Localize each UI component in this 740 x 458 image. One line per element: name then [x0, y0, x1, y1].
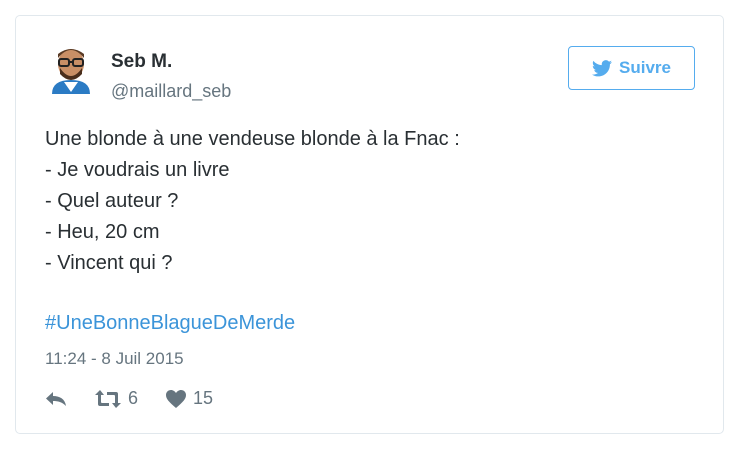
author-handle[interactable]: @maillard_seb — [111, 81, 231, 102]
retweet-button[interactable]: 6 — [95, 388, 138, 409]
tweet-card: Seb M. @maillard_seb Suivre Une blonde à… — [15, 15, 724, 434]
tweet-timestamp[interactable]: 11:24 - 8 Juil 2015 — [45, 349, 184, 369]
twitter-bird-icon — [592, 59, 612, 77]
avatar[interactable] — [49, 44, 93, 94]
tweet-line: - Je voudrais un livre — [45, 159, 230, 181]
tweet-line: - Vincent qui ? — [45, 252, 173, 274]
reply-icon — [45, 391, 67, 407]
tweet-line: Une blonde à une vendeuse blonde à la Fn… — [45, 128, 460, 150]
author-name[interactable]: Seb M. — [111, 51, 172, 73]
tweet-actions: 6 15 — [45, 388, 213, 409]
like-count: 15 — [193, 388, 214, 408]
tweet-line: - Quel auteur ? — [45, 190, 179, 212]
retweet-icon — [95, 389, 121, 408]
reply-button[interactable] — [45, 391, 67, 407]
heart-icon — [166, 389, 187, 408]
follow-button-label: Suivre — [619, 58, 671, 77]
tweet-line: - Heu, 20 cm — [45, 221, 160, 243]
follow-button[interactable]: Suivre — [568, 46, 695, 90]
hashtag-link[interactable]: #UneBonneBlagueDeMerde — [45, 312, 295, 335]
like-button[interactable]: 15 — [166, 388, 213, 409]
retweet-count: 6 — [128, 388, 139, 408]
tweet-text: Une blonde à une vendeuse blonde à la Fn… — [45, 124, 460, 279]
